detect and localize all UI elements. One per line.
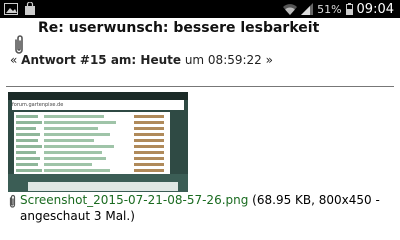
post-title[interactable]: Re: userwunsch: bessere lesbarkeit <box>38 20 388 36</box>
wifi-icon <box>283 0 298 19</box>
thumbnail-footer-box <box>28 182 178 191</box>
post-meta: « Antwort #15 am: Heute um 08:59:22 » <box>10 52 390 68</box>
attached-screenshot-image[interactable]: forum.gartenpixe.de <box>8 92 188 192</box>
paperclip-icon <box>8 194 17 213</box>
thumbnail-row <box>14 138 170 143</box>
thumbnail-row <box>14 114 170 119</box>
thumbnail-footer <box>8 174 188 192</box>
clock: 09:04 <box>356 1 394 17</box>
thumbnail-row <box>14 144 170 149</box>
thumbnail-forum-table <box>14 112 170 174</box>
meta-prefix: « <box>10 53 22 67</box>
thumbnail-row <box>14 168 170 173</box>
attachment-text: Screenshot_2015-07-21-08-57-26.png (68.9… <box>20 192 392 224</box>
divider <box>6 86 394 87</box>
reply-number: Antwort #15 am: Heute <box>21 53 181 67</box>
thumbnail-status-bar <box>8 92 188 100</box>
battery-percentage: 51% <box>317 2 342 16</box>
status-bar: 51% 09:04 <box>0 0 400 18</box>
meta-suffix: um 08:59:22 » <box>181 53 273 67</box>
thumbnail-row <box>14 162 170 167</box>
thumbnail-row <box>14 156 170 161</box>
thumbnail-row <box>14 132 170 137</box>
thumbnail-row <box>14 126 170 131</box>
shopping-bag-icon <box>24 0 36 19</box>
status-bar-left <box>4 0 36 19</box>
photo-icon <box>4 0 18 19</box>
thumbnail-url: forum.gartenpixe.de <box>12 100 184 110</box>
thumbnail-row <box>14 120 170 125</box>
battery-icon <box>345 0 353 19</box>
signal-icon <box>301 0 314 19</box>
status-bar-right: 51% 09:04 <box>283 0 394 18</box>
attachment-link[interactable]: Screenshot_2015-07-21-08-57-26.png <box>20 193 248 207</box>
post-header: Re: userwunsch: bessere lesbarkeit « Ant… <box>0 18 400 90</box>
thumbnail-row <box>14 150 170 155</box>
